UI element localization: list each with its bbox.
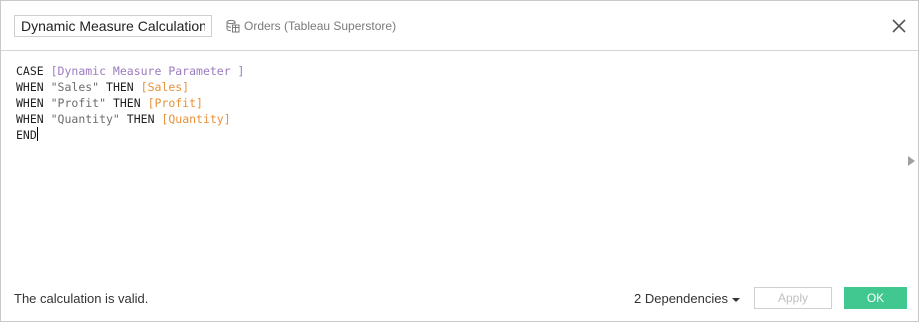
close-button[interactable] <box>890 17 908 35</box>
code-token-kw: CASE <box>16 64 51 78</box>
header-divider <box>1 50 918 51</box>
code-token-kw: THEN <box>119 112 162 126</box>
code-line: END <box>16 127 896 143</box>
code-token-kw: WHEN <box>16 80 51 94</box>
code-line: CASE [Dynamic Measure Parameter ] <box>16 63 896 79</box>
code-token-param: [Dynamic Measure Parameter ] <box>50 64 245 78</box>
code-token-str: "Sales" <box>50 80 100 94</box>
code-token-str: "Quantity" <box>50 112 120 126</box>
datasource-icon <box>226 19 240 33</box>
code-token-field: [Sales] <box>140 80 190 94</box>
chevron-down-icon <box>731 297 740 302</box>
text-cursor <box>36 127 38 141</box>
code-token-field: [Quantity] <box>161 112 231 126</box>
apply-button[interactable]: Apply <box>754 287 832 309</box>
datasource-indicator: Orders (Tableau Superstore) <box>226 17 396 35</box>
calculation-name-input[interactable] <box>14 15 212 37</box>
code-line: WHEN "Profit" THEN [Profit] <box>16 95 896 111</box>
code-token-kw: END <box>16 128 37 142</box>
calculation-dialog: Orders (Tableau Superstore) CASE [Dynami… <box>0 0 919 322</box>
dependencies-dropdown[interactable]: 2 Dependencies <box>634 291 740 306</box>
close-icon <box>892 19 906 33</box>
ok-button[interactable]: OK <box>844 287 907 309</box>
dependencies-label: 2 Dependencies <box>634 291 728 306</box>
validation-status: The calculation is valid. <box>14 291 149 306</box>
datasource-label: Orders (Tableau Superstore) <box>244 19 397 33</box>
code-token-kw: THEN <box>106 96 148 110</box>
code-token-kw: THEN <box>99 80 141 94</box>
code-token-kw: WHEN <box>16 96 51 110</box>
formula-editor[interactable]: CASE [Dynamic Measure Parameter ] WHEN "S… <box>16 63 896 263</box>
code-token-kw: WHEN <box>16 112 51 126</box>
code-line: WHEN "Sales" THEN [Sales] <box>16 79 896 95</box>
expand-panel-arrow-icon[interactable] <box>908 156 915 166</box>
code-line: WHEN "Quantity" THEN [Quantity] <box>16 111 896 127</box>
code-token-field: [Profit] <box>147 96 203 110</box>
code-token-str: "Profit" <box>50 96 107 110</box>
